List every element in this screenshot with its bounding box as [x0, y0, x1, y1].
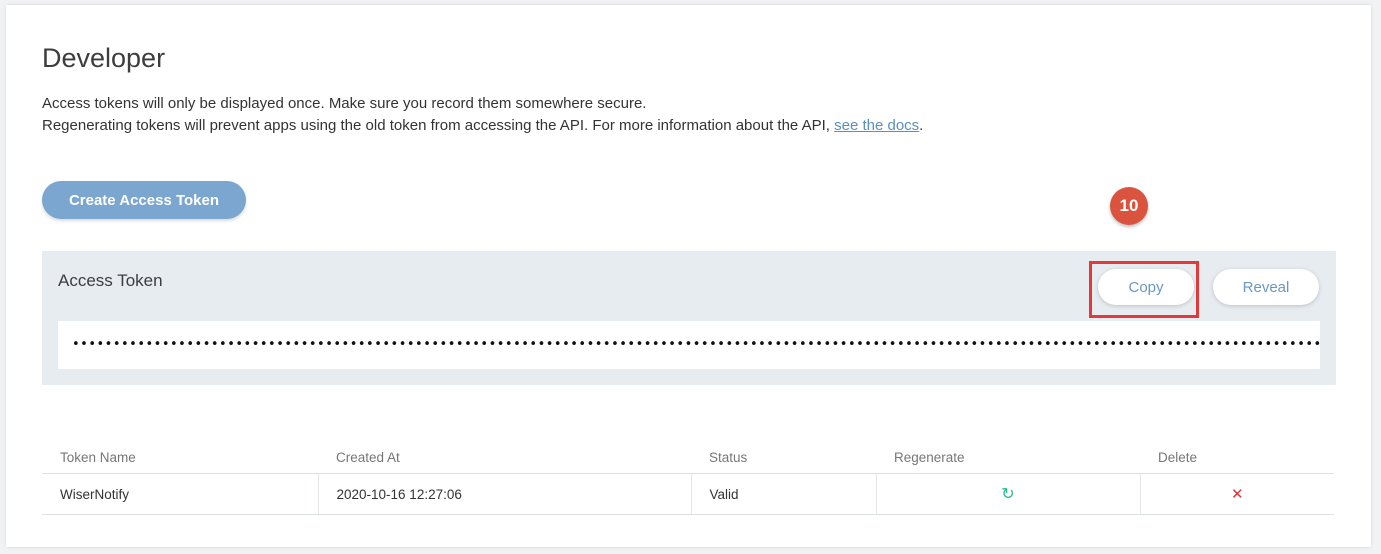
access-token-label: Access Token: [58, 271, 163, 290]
docs-link[interactable]: see the docs: [834, 117, 919, 134]
access-token-field[interactable]: ••••••••••••••••••••••••••••••••••••••••…: [58, 321, 1320, 369]
create-access-token-button[interactable]: Create Access Token: [42, 181, 246, 219]
column-header-regenerate: Regenerate: [876, 435, 1140, 474]
column-header-status: Status: [691, 435, 876, 474]
regenerate-cell: ↻: [875, 473, 1140, 515]
description-line-2: Regenerating tokens will prevent apps us…: [42, 115, 923, 137]
token-name-cell: WiserNotify: [42, 473, 318, 515]
tokens-table: Token Name Created At Status Regenerate …: [42, 435, 1334, 515]
table-header-row: Token Name Created At Status Regenerate …: [42, 435, 1334, 474]
column-header-created-at: Created At: [318, 435, 691, 474]
copy-highlight-box: [1089, 261, 1199, 318]
table-row: WiserNotify 2020-10-16 12:27:06 Valid ↻ …: [42, 473, 1334, 515]
column-header-delete: Delete: [1140, 435, 1334, 474]
delete-cell: ✕: [1139, 473, 1334, 515]
reveal-button[interactable]: Reveal: [1213, 269, 1319, 305]
column-header-token-name: Token Name: [42, 435, 318, 474]
description-line-2-end: .: [919, 117, 924, 134]
status-cell: Valid: [690, 473, 876, 515]
step-badge: 10: [1110, 187, 1148, 225]
page-title: Developer: [42, 43, 166, 73]
description-line-1: Access tokens will only be displayed onc…: [42, 95, 647, 112]
page-description: Access tokens will only be displayed onc…: [42, 93, 923, 137]
refresh-icon[interactable]: ↻: [1001, 486, 1014, 503]
created-at-cell: 2020-10-16 12:27:06: [317, 473, 691, 515]
description-line-2-text: Regenerating tokens will prevent apps us…: [42, 117, 835, 134]
close-icon[interactable]: ✕: [1231, 486, 1244, 503]
developer-card: Developer Access tokens will only be dis…: [6, 5, 1371, 547]
